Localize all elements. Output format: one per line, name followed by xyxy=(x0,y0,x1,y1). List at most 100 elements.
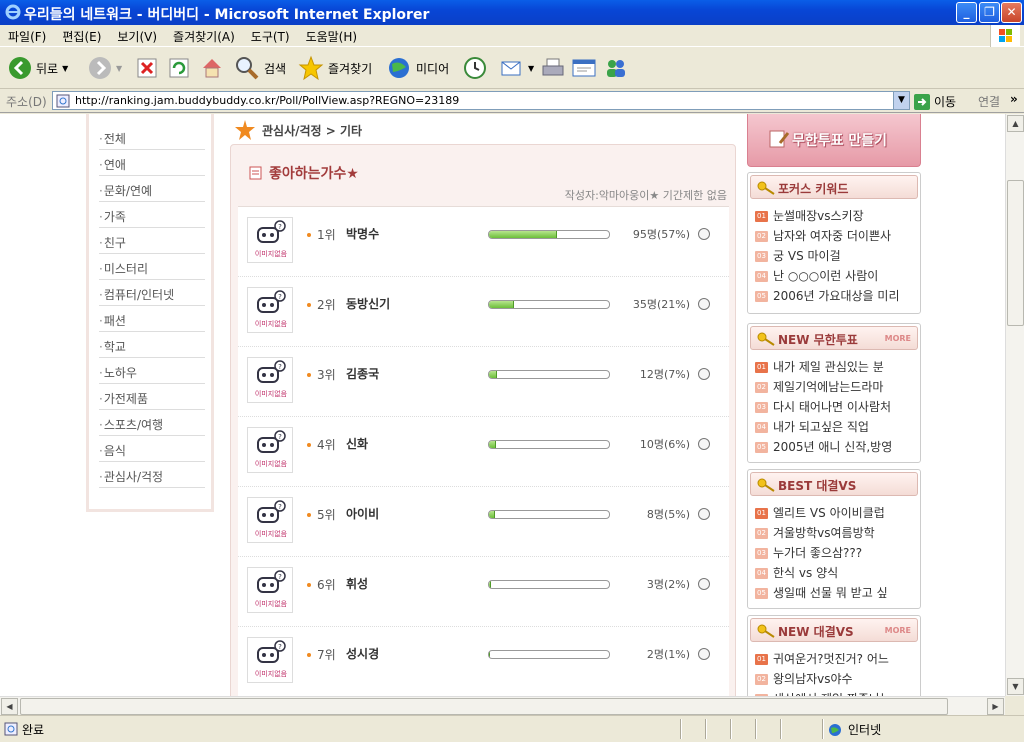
scroll-up-icon[interactable]: ▲ xyxy=(1007,115,1024,132)
side-panel-item-text: 누가더 좋으삼??? xyxy=(773,546,863,560)
menu-view[interactable]: 보기(V) xyxy=(109,25,165,45)
item-number-badge: 04 xyxy=(755,271,768,282)
side-panel-item[interactable]: 04 한식 vs 양식 xyxy=(755,564,919,584)
nav-item-knowhow[interactable]: 노하우 xyxy=(99,358,205,384)
minimize-button[interactable]: _ xyxy=(956,2,977,23)
no-image-icon: ? 이미지없음 xyxy=(247,567,293,613)
side-panel-item[interactable]: 05 2006년 가요대상을 미리 xyxy=(755,287,919,307)
nav-item-food[interactable]: 음식 xyxy=(99,436,205,462)
side-panel-item[interactable]: 04 내가 되고싶은 직업 xyxy=(755,418,919,438)
bullet-dot-icon xyxy=(307,303,311,307)
address-url: http://ranking.jam.buddybuddy.co.kr/Poll… xyxy=(75,94,460,107)
media-button[interactable]: 미디어 xyxy=(386,53,449,83)
side-panel-item[interactable]: 01 귀여운거?멋진거? 어느 xyxy=(755,650,919,670)
menu-favorites[interactable]: 즐겨찾기(A) xyxy=(165,25,243,45)
scroll-down-icon[interactable]: ▼ xyxy=(1007,678,1024,695)
side-panel-item[interactable]: 02 겨울방학vs여름방학 xyxy=(755,524,919,544)
make-poll-button[interactable]: 무한투표 만들기 xyxy=(747,114,921,167)
chevron-right-icon[interactable]: » xyxy=(1010,92,1018,106)
item-number-badge: 05 xyxy=(755,442,768,453)
vote-progress-bar xyxy=(488,650,610,659)
side-panel-item[interactable]: 01 엘리트 VS 아이비클럽 xyxy=(755,504,919,524)
close-button[interactable]: ✕ xyxy=(1001,2,1022,23)
edit-button[interactable] xyxy=(571,53,597,83)
scroll-left-icon[interactable]: ◀ xyxy=(1,698,18,715)
side-panel-item[interactable]: 05 생일때 선물 뭐 받고 싶 xyxy=(755,584,919,604)
menu-tools[interactable]: 도구(T) xyxy=(243,25,298,45)
vote-radio[interactable] xyxy=(698,578,710,590)
side-panel-item[interactable]: 02 제일기억에남는드라마 xyxy=(755,378,919,398)
vote-radio[interactable] xyxy=(698,298,710,310)
note-icon xyxy=(249,166,262,180)
horizontal-scrollbar[interactable]: ◀ ▶ xyxy=(0,696,1005,715)
mail-button[interactable]: ▼ xyxy=(500,53,534,83)
svg-text:?: ? xyxy=(278,503,282,511)
nav-item-computer[interactable]: 컴퓨터/인터넷 xyxy=(99,280,205,306)
side-panel-item[interactable]: 04 난 ○○○이런 사람이 xyxy=(755,267,919,287)
print-icon xyxy=(542,58,564,76)
item-number-badge: 02 xyxy=(755,231,768,242)
history-button[interactable] xyxy=(462,53,488,83)
side-panel-item[interactable]: 01 눈썰매장vs스키장 xyxy=(755,207,919,227)
horizontal-scroll-thumb[interactable] xyxy=(20,698,948,715)
nav-item-sports[interactable]: 스포츠/여행 xyxy=(99,410,205,436)
nav-item-all[interactable]: 전체 xyxy=(99,124,205,150)
side-panel-item[interactable]: 05 2005년 애니 신작,방영 xyxy=(755,438,919,458)
nav-item-culture[interactable]: 문화/연예 xyxy=(99,176,205,202)
side-panel-item[interactable]: 03 누가더 좋으삼??? xyxy=(755,544,919,564)
nav-item-family[interactable]: 가족 xyxy=(99,202,205,228)
side-panel: NEW 무한투표 MORE 01 내가 제일 관심있는 분 02 제일기억에남는드라마 03… xyxy=(747,323,921,463)
menu-edit[interactable]: 편집(E) xyxy=(54,25,109,45)
poll-title: 좋아하는가수★ xyxy=(249,163,359,183)
vote-progress-bar xyxy=(488,440,610,449)
key-icon xyxy=(757,624,775,638)
refresh-button[interactable] xyxy=(168,53,190,83)
vote-count: 95명(57%) xyxy=(632,228,690,241)
search-button[interactable]: 검색 xyxy=(234,53,286,83)
links-label[interactable]: 연결 xyxy=(978,93,1000,110)
vertical-scroll-thumb[interactable] xyxy=(1007,180,1024,326)
vote-progress-bar xyxy=(488,300,610,309)
vote-radio[interactable] xyxy=(698,438,710,450)
more-link[interactable]: MORE xyxy=(885,626,911,635)
nav-item-fashion[interactable]: 패션 xyxy=(99,306,205,332)
address-input[interactable]: http://ranking.jam.buddybuddy.co.kr/Poll… xyxy=(52,91,910,110)
forward-button[interactable]: ▼ xyxy=(88,53,122,83)
vote-count: 8명(5%) xyxy=(646,508,690,521)
side-panel-item[interactable]: 03 궁 VS 마이걸 xyxy=(755,247,919,267)
menu-file[interactable]: 파일(F) xyxy=(0,25,54,45)
nav-item-friends[interactable]: 친구 xyxy=(99,228,205,254)
favorites-button[interactable]: 즐겨찾기 xyxy=(298,53,372,83)
nav-item-mystery[interactable]: 미스터리 xyxy=(99,254,205,280)
vote-radio[interactable] xyxy=(698,648,710,660)
more-link[interactable]: MORE xyxy=(885,334,911,343)
messenger-button[interactable] xyxy=(603,53,629,83)
item-number-badge: 03 xyxy=(755,402,768,413)
side-panel-item[interactable]: 02 남자와 여자중 더이쁜사 xyxy=(755,227,919,247)
no-image-icon: ? 이미지없음 xyxy=(247,427,293,473)
address-dropdown-icon[interactable]: ▼ xyxy=(893,92,909,109)
nav-item-concerns[interactable]: 관심사/걱정 xyxy=(99,462,205,488)
poll-option-row: ? 이미지없음 4위 신화 10명(6%) xyxy=(238,417,729,487)
vote-radio[interactable] xyxy=(698,508,710,520)
side-panel-item-text: 2006년 가요대상을 미리 xyxy=(773,289,900,303)
back-label: 뒤로 xyxy=(36,61,59,76)
scroll-right-icon[interactable]: ▶ xyxy=(987,698,1004,715)
nav-item-love[interactable]: 연애 xyxy=(99,150,205,176)
vote-radio[interactable] xyxy=(698,228,710,240)
print-button[interactable] xyxy=(540,53,566,83)
back-button[interactable]: 뒤로 ▼ xyxy=(8,53,68,83)
home-button[interactable] xyxy=(200,53,224,83)
side-panel-item[interactable]: 03 다시 태어나면 이사람처 xyxy=(755,398,919,418)
side-panel-item[interactable]: 01 내가 제일 관심있는 분 xyxy=(755,358,919,378)
nav-item-appliances[interactable]: 가전제품 xyxy=(99,384,205,410)
vote-radio[interactable] xyxy=(698,368,710,380)
vertical-scrollbar[interactable]: ▲ ▼ xyxy=(1005,114,1024,696)
address-bar: 주소(D) http://ranking.jam.buddybuddy.co.k… xyxy=(0,89,1024,113)
go-button[interactable]: 이동 xyxy=(914,93,956,110)
menu-help[interactable]: 도움말(H) xyxy=(298,25,366,45)
restore-button[interactable]: ❐ xyxy=(979,2,1000,23)
nav-item-school[interactable]: 학교 xyxy=(99,332,205,358)
side-panel-item[interactable]: 02 왕의남자vs야수 xyxy=(755,670,919,690)
stop-button[interactable] xyxy=(136,53,158,83)
